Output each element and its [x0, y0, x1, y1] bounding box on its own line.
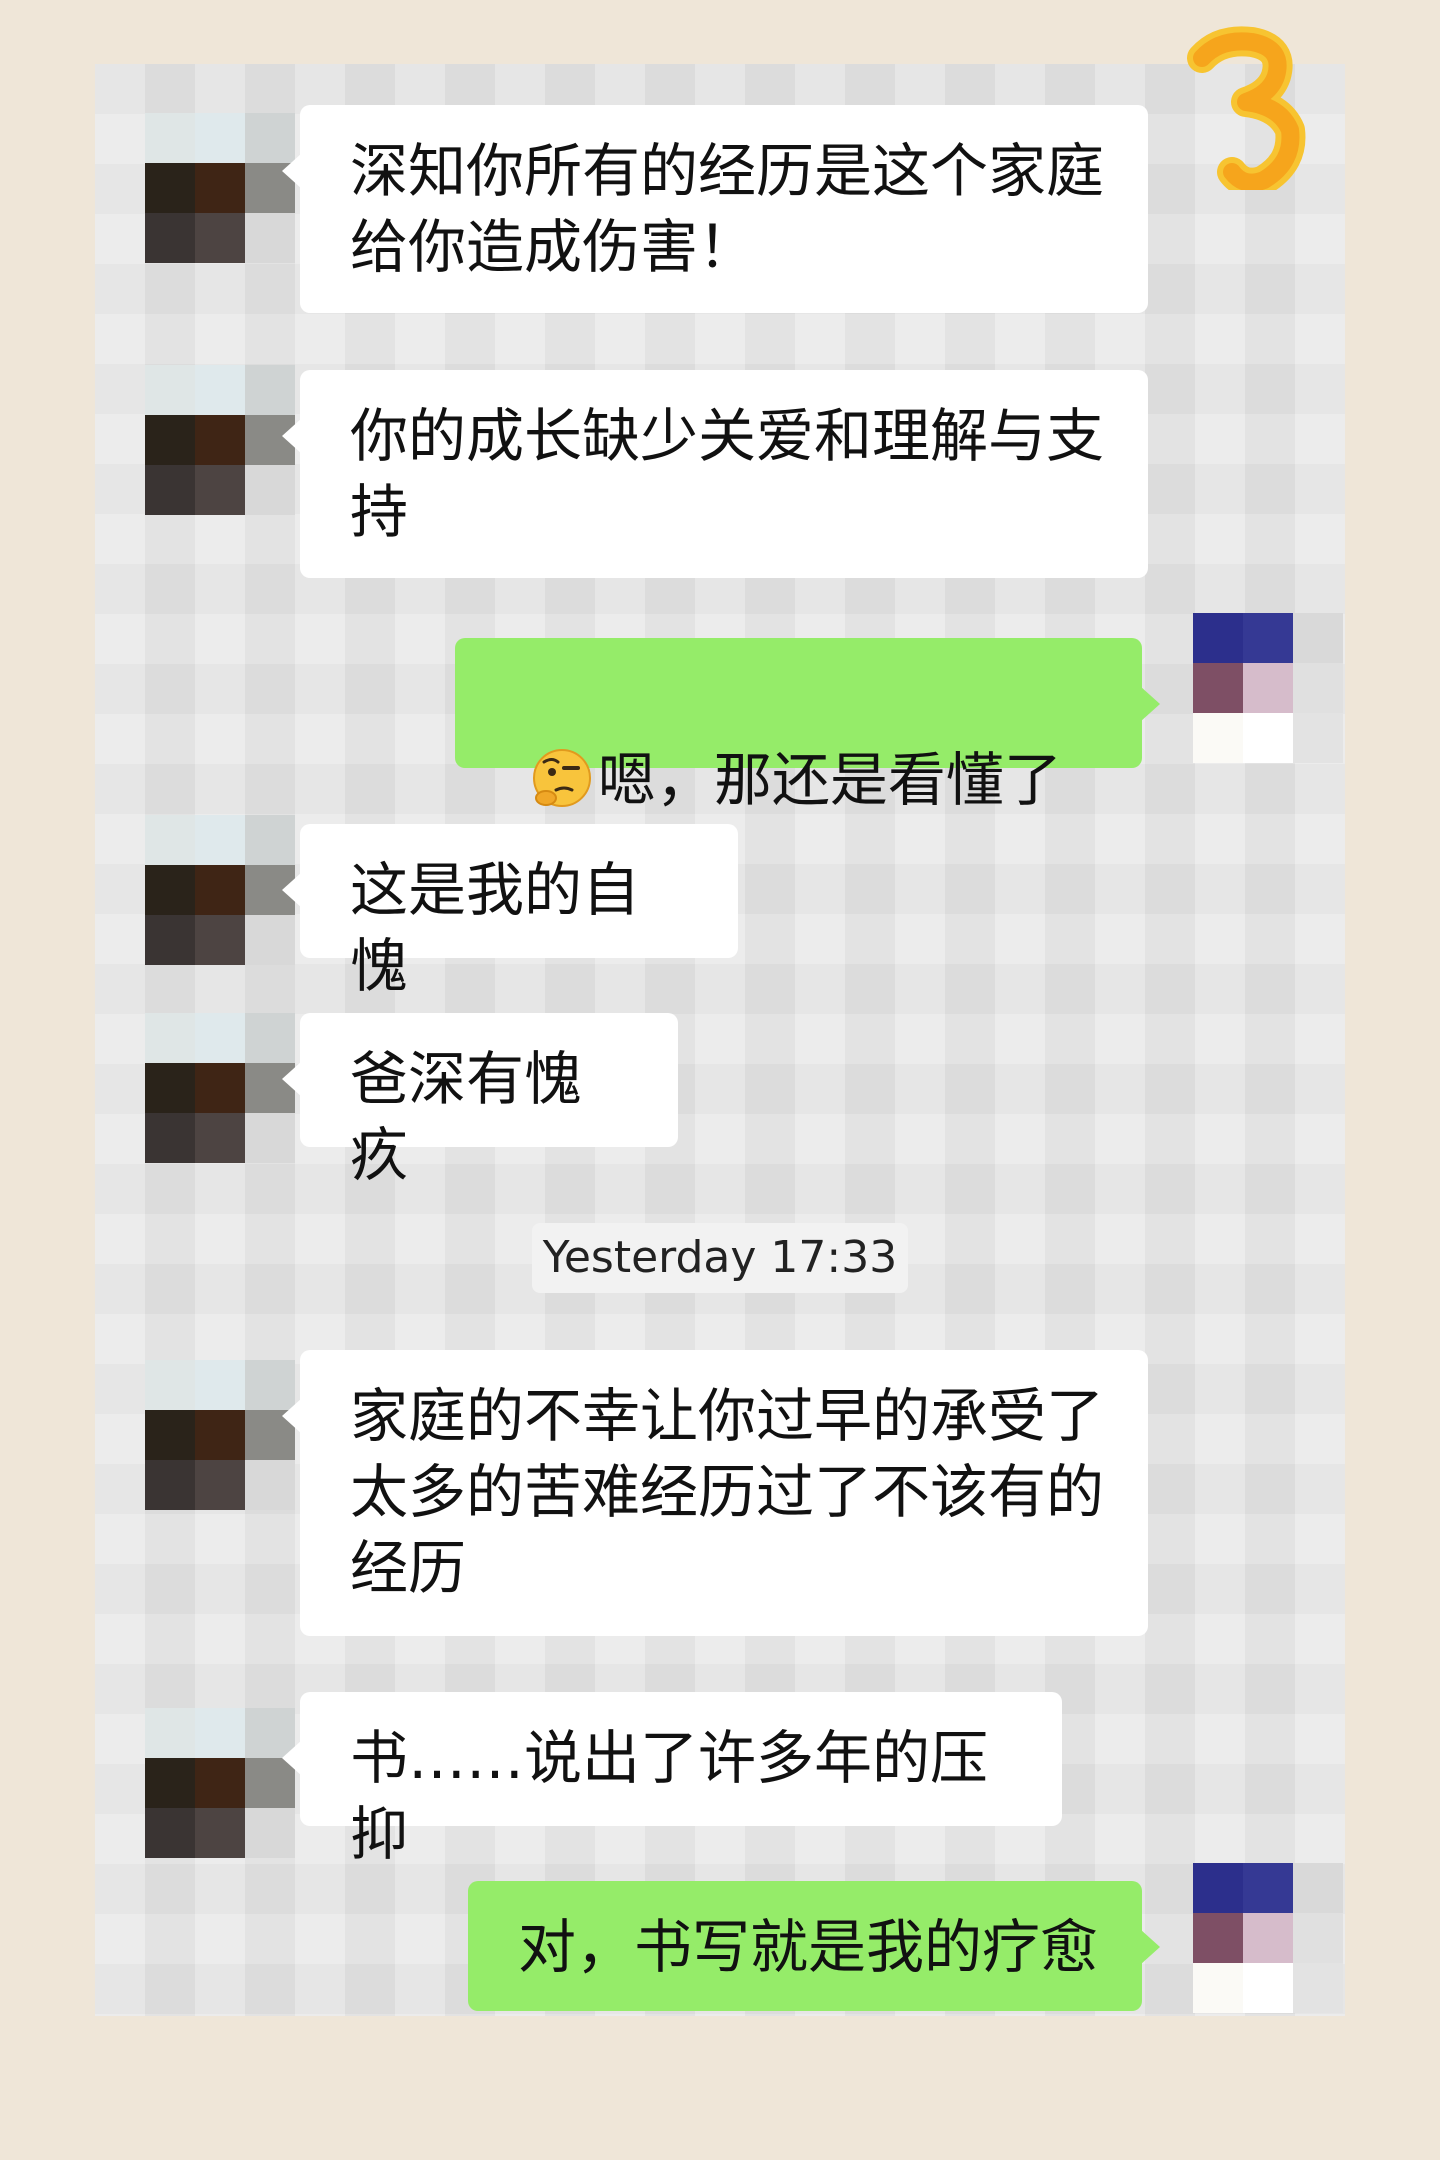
avatar-pixel	[245, 1460, 295, 1510]
avatar-pixel	[145, 415, 195, 465]
avatar-pixel	[145, 1460, 195, 1510]
avatar-pixel	[1293, 713, 1343, 763]
timestamp-divider: Yesterday 17:33	[532, 1223, 908, 1293]
avatar-pixel	[1193, 1863, 1243, 1913]
avatar-pixel	[145, 465, 195, 515]
avatar-pixel	[145, 1410, 195, 1460]
avatar-pixel	[1193, 1963, 1243, 2013]
avatar-pixel	[1293, 1963, 1343, 2013]
message-bubble-incoming[interactable]: 这是我的自愧	[282, 824, 738, 1000]
avatar-pixel	[1193, 663, 1243, 713]
avatar-pixel	[195, 1360, 245, 1410]
avatar-pixel	[1243, 713, 1293, 763]
avatar-pixel	[145, 1360, 195, 1410]
avatar-pixel	[245, 213, 295, 263]
avatar-pixel	[195, 113, 245, 163]
avatar-pixel	[195, 1460, 245, 1510]
avatar-pixel	[145, 113, 195, 163]
avatar-pixel	[195, 865, 245, 915]
avatar-pixel	[1193, 713, 1243, 763]
avatar-pixel	[245, 465, 295, 515]
avatar-pixel	[195, 365, 245, 415]
avatar-pixel	[245, 1808, 295, 1858]
avatar-pixel	[245, 365, 295, 415]
svg-text:3: 3	[1180, 20, 1181, 21]
avatar-pixel	[195, 415, 245, 465]
avatar-pixel	[145, 865, 195, 915]
avatar-pixel	[195, 213, 245, 263]
avatar-pixel	[145, 1013, 195, 1063]
avatar-pixel	[145, 1113, 195, 1163]
avatar-pixel	[195, 1013, 245, 1063]
avatar-pixel	[1243, 1913, 1293, 1963]
avatar-pixel	[195, 465, 245, 515]
avatar-pixel	[195, 163, 245, 213]
avatar-pixel	[145, 1063, 195, 1113]
message-bubble-incoming[interactable]: 爸深有愧疚	[282, 1013, 678, 1189]
three-badge-icon: 3	[1180, 20, 1306, 190]
avatar-pixel	[1243, 1963, 1293, 2013]
avatar-pixel	[195, 1410, 245, 1460]
sender-avatar[interactable]	[145, 113, 295, 263]
avatar-pixel	[1243, 663, 1293, 713]
avatar-pixel	[195, 815, 245, 865]
avatar-pixel	[1243, 1863, 1293, 1913]
sender-avatar[interactable]	[145, 1360, 295, 1510]
message-bubble-outgoing[interactable]: 嗯，那还是看懂了的	[455, 638, 1160, 890]
message-bubble-incoming[interactable]: 你的成长缺少关爱和理解与支 持	[282, 370, 1148, 578]
avatar-pixel	[1293, 1913, 1343, 1963]
my-avatar[interactable]	[1193, 613, 1343, 763]
my-avatar[interactable]	[1193, 1863, 1343, 2013]
sender-avatar[interactable]	[145, 1708, 295, 1858]
avatar-pixel	[1293, 663, 1343, 713]
avatar-pixel	[245, 1013, 295, 1063]
avatar-pixel	[245, 815, 295, 865]
avatar-pixel	[195, 1708, 245, 1758]
avatar-pixel	[195, 1113, 245, 1163]
avatar-pixel	[1243, 613, 1293, 663]
avatar-pixel	[245, 1113, 295, 1163]
avatar-pixel	[1193, 1913, 1243, 1963]
avatar-pixel	[145, 915, 195, 965]
avatar-pixel	[1193, 613, 1243, 663]
avatar-pixel	[145, 213, 195, 263]
message-bubble-incoming[interactable]: 家庭的不幸让你过早的承受了 太多的苦难经历过了不该有的 经历	[282, 1350, 1148, 1636]
sender-avatar[interactable]	[145, 1013, 295, 1163]
avatar-pixel	[195, 915, 245, 965]
avatar-pixel	[1293, 1863, 1343, 1913]
avatar-pixel	[145, 1758, 195, 1808]
message-bubble-outgoing[interactable]: 对，书写就是我的疗愈	[468, 1881, 1160, 2011]
thinking-face-emoji-icon	[532, 749, 591, 807]
avatar-pixel	[145, 1808, 195, 1858]
avatar-pixel	[145, 1708, 195, 1758]
sender-avatar[interactable]	[145, 815, 295, 965]
message-bubble-incoming[interactable]: 深知你所有的经历是这个家庭 给你造成伤害！	[282, 105, 1148, 313]
message-bubble-incoming[interactable]: 书……说出了许多年的压抑	[282, 1692, 1062, 1868]
avatar-pixel	[1293, 613, 1343, 663]
avatar-pixel	[195, 1758, 245, 1808]
avatar-pixel	[195, 1808, 245, 1858]
avatar-pixel	[245, 915, 295, 965]
sender-avatar[interactable]	[145, 365, 295, 515]
avatar-pixel	[145, 815, 195, 865]
avatar-pixel	[145, 365, 195, 415]
avatar-pixel	[195, 1063, 245, 1113]
avatar-pixel	[145, 163, 195, 213]
